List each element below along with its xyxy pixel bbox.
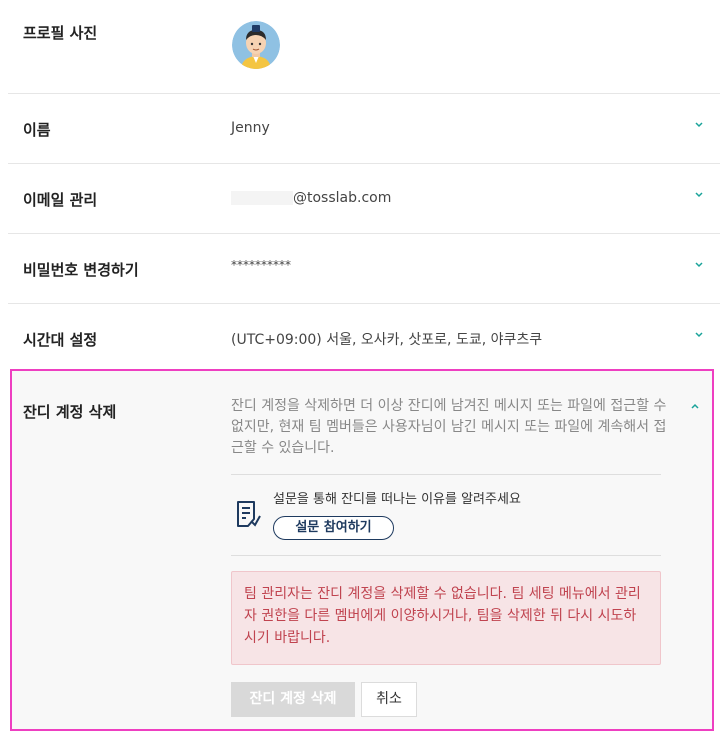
chevron-down-icon[interactable] (694, 190, 704, 200)
name-row[interactable]: 이름 Jenny (8, 94, 720, 164)
avatar[interactable] (232, 21, 280, 69)
email-row[interactable]: 이메일 관리 @tosslab.com (8, 164, 720, 234)
timezone-label: 시간대 설정 (23, 331, 98, 349)
chevron-down-icon[interactable] (694, 260, 704, 270)
divider (231, 474, 661, 475)
delete-account-description: 잔디 계정을 삭제하면 더 이상 잔디에 남겨진 메시지 또는 파일에 접근할 … (231, 398, 667, 456)
survey-text: 설문을 통해 잔디를 떠나는 이유를 알려주세요 (273, 492, 521, 507)
survey-document-icon (234, 499, 262, 529)
chevron-up-icon[interactable] (690, 401, 700, 411)
profile-photo-row: 프로필 사진 (8, 0, 720, 94)
email-value-wrapper: @tosslab.com (231, 190, 391, 206)
chevron-down-icon[interactable] (694, 330, 704, 340)
email-label: 이메일 관리 (23, 191, 98, 209)
delete-account-button[interactable]: 잔디 계정 삭제 (231, 682, 355, 717)
chevron-down-icon[interactable] (694, 120, 704, 130)
delete-account-section: 잔디 계정 삭제 잔디 계정을 삭제하면 더 이상 잔디에 남겨진 메시지 또는… (10, 369, 714, 731)
avatar-image (232, 21, 280, 69)
admin-warning-message: 팀 관리자는 잔디 계정을 삭제할 수 없습니다. 팀 세팅 메뉴에서 관리자 … (231, 571, 661, 665)
profile-photo-label: 프로필 사진 (23, 24, 98, 42)
name-value: Jenny (231, 120, 270, 136)
timezone-value: (UTC+09:00) 서울, 오사카, 삿포로, 도쿄, 야쿠츠쿠 (231, 332, 543, 348)
email-value: @tosslab.com (293, 190, 392, 206)
divider (231, 555, 661, 556)
email-mask (231, 191, 293, 205)
name-label: 이름 (23, 121, 51, 139)
cancel-button[interactable]: 취소 (361, 682, 417, 717)
password-row[interactable]: 비밀번호 변경하기 ********** (8, 234, 720, 304)
delete-account-label: 잔디 계정 삭제 (23, 403, 117, 421)
password-value: ********** (231, 258, 291, 272)
timezone-row[interactable]: 시간대 설정 (UTC+09:00) 서울, 오사카, 삿포로, 도쿄, 야쿠츠… (8, 304, 720, 368)
password-label: 비밀번호 변경하기 (23, 261, 139, 279)
survey-button[interactable]: 설문 참여하기 (273, 516, 394, 540)
